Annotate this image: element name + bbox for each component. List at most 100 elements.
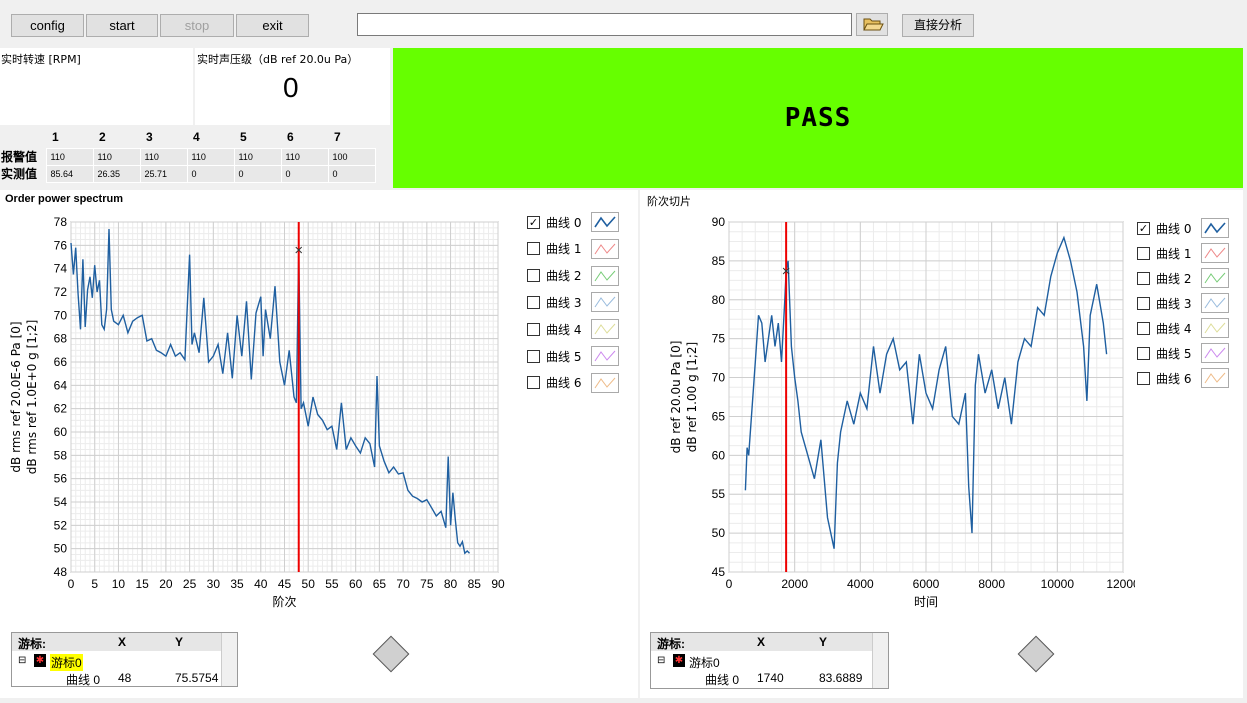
x-tick-label: 0 [68,577,75,591]
cursor-header-name: 游标: [657,637,685,651]
alarm-cell[interactable]: 110 [139,147,188,166]
y-tick-label: 76 [54,238,68,252]
browse-folder-button[interactable] [856,13,888,36]
alarm-cell[interactable]: 110 [233,147,282,166]
alarm-cell[interactable]: 110 [186,147,235,166]
legend-label: 曲线 4 [1156,321,1192,336]
right-cursor-table[interactable]: 游标: X Y ⊟ ✱ 游标0 曲线 0 1740 83.6889 [650,632,889,689]
file-path-input[interactable] [357,13,852,36]
x-tick-label: 25 [183,577,197,591]
measured-cell: 0 [327,164,376,183]
legend-item[interactable]: 曲线 5 [1137,343,1230,363]
y-tick-label: 62 [54,402,68,416]
x-tick-label: 90 [491,577,505,591]
spl-value: 0 [283,72,299,103]
alarm-cell[interactable]: 110 [45,147,94,166]
stop-button[interactable]: stop [160,14,234,37]
cursor-name[interactable]: 游标0 [50,654,83,671]
column-header: 6 [287,129,294,144]
direct-analyze-button[interactable]: 直接分析 [902,14,974,37]
y-tick-label: 65 [712,409,726,423]
order-spectrum-chart[interactable]: 0 5 10 15 20 25 30 35 40 45 50 55 60 65 70 75 80 85 90 48 50… [0,205,520,625]
pass-status-indicator: PASS [393,48,1243,188]
legend-checkbox[interactable]: ✓ [527,215,540,229]
legend-checkbox[interactable] [527,322,540,336]
legend-item[interactable]: 曲线 1 [527,238,620,259]
alarm-cell[interactable]: 100 [327,147,376,166]
cursor-scrollbar[interactable] [221,633,237,686]
config-button[interactable]: config [11,14,84,37]
legend-item[interactable]: ✓ 曲线 0 [1137,218,1230,238]
plot-style-swatch[interactable] [1201,293,1230,313]
line-style-icon [595,323,616,335]
legend-checkbox[interactable] [1137,246,1150,260]
y-axis-label: dB rms ref 20.0E-6 Pa [0] [9,321,23,472]
legend-checkbox[interactable] [527,349,540,363]
plot-style-swatch[interactable] [1201,318,1230,338]
legend-checkbox[interactable] [1137,296,1150,310]
legend-checkbox[interactable] [527,376,540,390]
legend-checkbox[interactable] [1137,271,1150,285]
plot-style-swatch[interactable] [1201,368,1230,388]
cursor-name[interactable]: 游标0 [689,654,720,671]
x-tick-label: 45 [278,577,292,591]
collapse-icon[interactable]: ⊟ [18,655,26,666]
plot-style-swatch[interactable] [1201,343,1230,363]
legend-checkbox[interactable] [527,295,540,309]
exit-button[interactable]: exit [236,14,309,37]
legend-checkbox[interactable] [527,242,540,256]
legend-item[interactable]: 曲线 4 [527,319,620,340]
legend-checkbox[interactable] [527,269,540,283]
collapse-icon[interactable]: ⊟ [657,655,665,666]
plot-style-swatch[interactable] [591,346,620,366]
cursor-x-value[interactable]: 48 [118,671,131,685]
plot-style-swatch[interactable] [591,265,620,286]
plot-style-swatch[interactable] [591,238,620,259]
alarm-cell[interactable]: 110 [280,147,329,166]
folder-icon [863,18,884,31]
cursor-table-header: 游标: X Y [12,633,221,651]
legend-label: 曲线 0 [546,215,582,230]
cursor-y-value[interactable]: 75.5754 [175,671,218,685]
y-tick-label: 90 [712,215,726,229]
legend-item[interactable]: 曲线 6 [1137,368,1230,388]
left-cursor-table[interactable]: 游标: X Y ⊟ ✱ 游标0 曲线 0 48 75.5754 [11,632,238,687]
legend-item[interactable]: 曲线 3 [527,292,620,313]
legend-item[interactable]: 曲线 2 [527,265,620,286]
cursor-y-value[interactable]: 83.6889 [819,671,862,685]
legend-item[interactable]: 曲线 2 [1137,268,1230,288]
legend-item[interactable]: 曲线 5 [527,346,620,366]
plot-style-swatch[interactable] [591,372,620,393]
plot-style-swatch[interactable] [1201,268,1230,288]
legend-checkbox[interactable] [1137,371,1150,385]
legend-item[interactable]: ✓ 曲线 0 [527,212,620,232]
legend-checkbox[interactable] [1137,346,1150,360]
legend-label: 曲线 0 [1156,221,1192,236]
app-window: config start stop exit 直接分析 实时转速 [RPM] 实… [0,0,1247,703]
legend-checkbox[interactable]: ✓ [1137,221,1150,235]
legend-item[interactable]: 曲线 1 [1137,243,1230,263]
plot-style-swatch[interactable] [591,319,620,340]
x-tick-label: 8000 [978,577,1005,591]
cursor-scrollbar[interactable] [872,633,888,688]
legend-item[interactable]: 曲线 4 [1137,318,1230,338]
legend-checkbox[interactable] [1137,321,1150,335]
y-tick-label: 52 [54,518,68,532]
y-tick-label: 72 [54,285,68,299]
y-axis-label: dB ref 20.0u Pa [0] [669,341,683,454]
legend-item[interactable]: 曲线 3 [1137,293,1230,313]
measured-cell: 26.35 [92,164,141,183]
cursor-x-value[interactable]: 1740 [757,671,784,685]
order-slice-chart[interactable]: 0 2000 4000 6000 8000 10000 12000 45 50 55 60 65 70 7… [640,205,1135,625]
alarm-cell[interactable]: 110 [92,147,141,166]
x-tick-label: 6000 [913,577,940,591]
plot-style-swatch[interactable] [1201,218,1230,238]
plot-style-swatch[interactable] [1201,243,1230,263]
plot-style-swatch[interactable] [591,292,620,313]
y-tick-label: 54 [54,495,68,509]
start-button[interactable]: start [86,14,158,37]
legend-item[interactable]: 曲线 6 [527,372,620,393]
cursor-header-x: X [757,635,766,649]
line-style-icon [1205,347,1226,359]
plot-style-swatch[interactable] [591,212,620,232]
